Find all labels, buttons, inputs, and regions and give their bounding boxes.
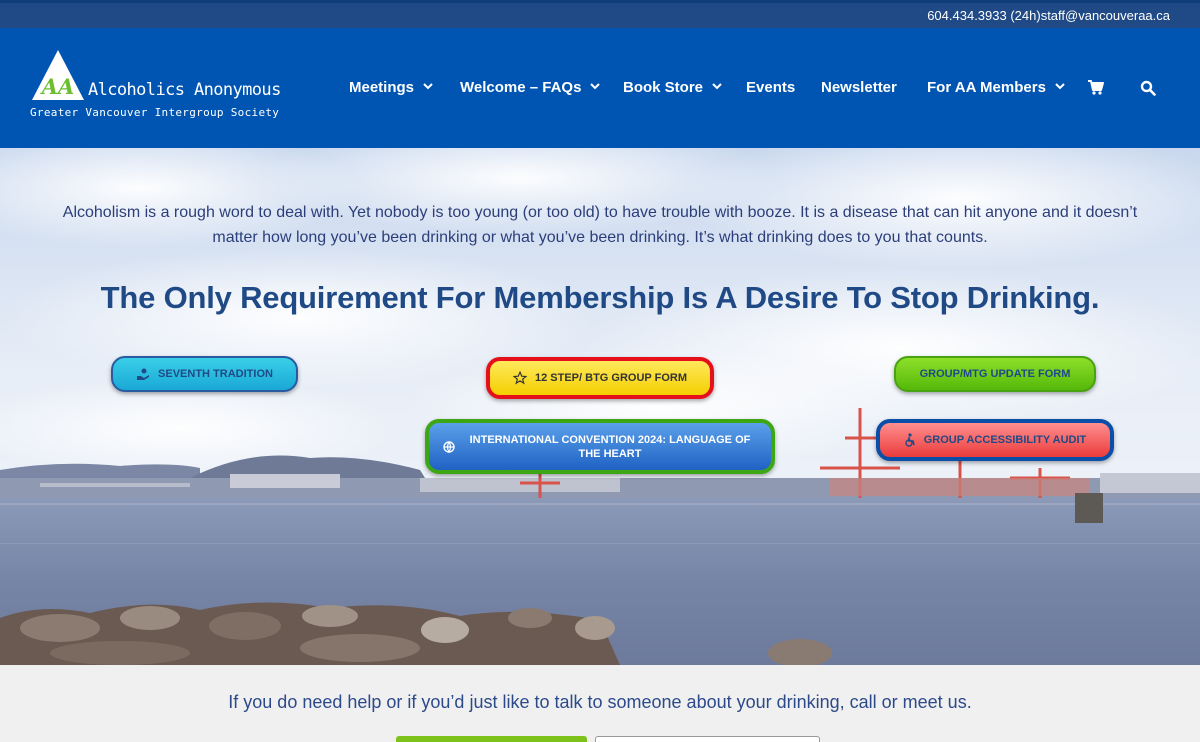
- nav-label: Meetings: [349, 79, 415, 96]
- globe-icon: [443, 440, 455, 453]
- search-button[interactable]: [1140, 80, 1156, 100]
- button-label: SEVENTH TRADITION: [158, 368, 273, 380]
- site-header: AA Alcoholics Anonymous Greater Vancouve…: [0, 28, 1200, 148]
- nav-meetings[interactable]: Meetings: [349, 79, 433, 96]
- wheelchair-icon: [905, 433, 915, 447]
- seventh-tradition-button[interactable]: SEVENTH TRADITION: [111, 356, 298, 392]
- hero-section: Alcoholism is a rough word to deal with.…: [0, 148, 1200, 665]
- nav-book-store[interactable]: Book Store: [623, 79, 722, 96]
- button-label: GROUP ACCESSIBILITY AUDIT: [923, 434, 1087, 446]
- button-label: GROUP/MTG UPDATE FORM: [919, 368, 1071, 380]
- logo-subtitle: Greater Vancouver Intergroup Society: [30, 106, 280, 119]
- group-update-form-button[interactable]: GROUP/MTG UPDATE FORM: [894, 356, 1096, 392]
- site-logo[interactable]: AA Alcoholics Anonymous Greater Vancouve…: [30, 50, 281, 130]
- nav-events[interactable]: Events: [746, 79, 795, 96]
- nav-newsletter[interactable]: Newsletter: [821, 79, 897, 96]
- twelve-step-form-button[interactable]: 12 STEP/ BTG GROUP FORM: [486, 357, 714, 399]
- email-link[interactable]: staff@vancouveraa.ca: [1041, 8, 1170, 23]
- help-cta-section: If you do need help or if you’d just lik…: [0, 665, 1200, 742]
- help-cta-text: If you do need help or if you’d just lik…: [228, 692, 972, 712]
- chevron-down-icon: [423, 83, 433, 90]
- button-label: 12 STEP/ BTG GROUP FORM: [535, 372, 687, 384]
- hand-donation-icon: [137, 368, 150, 380]
- membership-headline: The Only Requirement For Membership Is A…: [100, 280, 1100, 315]
- nav-label: Book Store: [623, 79, 704, 96]
- logo-title: Alcoholics Anonymous: [88, 80, 281, 100]
- button-label: INTERNATIONAL CONVENTION 2024: LANGUAGE …: [469, 433, 751, 460]
- intro-paragraph: Alcoholism is a rough word to deal with.…: [62, 204, 1138, 246]
- chevron-down-icon: [590, 83, 601, 90]
- nav-label: For AA Members: [927, 79, 1046, 96]
- phone-link[interactable]: 604.434.3933 (24h): [927, 8, 1040, 23]
- aa-triangle-logo-icon: AA: [32, 50, 84, 100]
- international-convention-button[interactable]: INTERNATIONAL CONVENTION 2024: LANGUAGE …: [425, 419, 775, 474]
- nav-label: Events: [746, 79, 796, 96]
- cart-button[interactable]: [1088, 80, 1104, 99]
- cta-button-secondary[interactable]: [595, 736, 820, 742]
- nav-label: Welcome – FAQs: [460, 79, 582, 96]
- star-icon: [513, 371, 527, 385]
- nav-for-aa-members[interactable]: For AA Members: [927, 79, 1065, 96]
- contact-info: 604.434.3933 (24h)staff@vancouveraa.ca: [925, 8, 1170, 23]
- svg-text:AA: AA: [40, 74, 75, 99]
- accessibility-audit-button[interactable]: GROUP ACCESSIBILITY AUDIT: [876, 419, 1114, 461]
- search-icon: [1140, 80, 1156, 96]
- shopping-cart-icon: [1088, 80, 1104, 95]
- nav-welcome-faqs[interactable]: Welcome – FAQs: [460, 79, 601, 96]
- cta-button-primary[interactable]: [396, 736, 587, 742]
- chevron-down-icon: [712, 83, 722, 90]
- chevron-down-icon: [1055, 83, 1065, 90]
- top-contact-bar: 604.434.3933 (24h)staff@vancouveraa.ca: [0, 0, 1200, 28]
- nav-label: Newsletter: [821, 79, 897, 96]
